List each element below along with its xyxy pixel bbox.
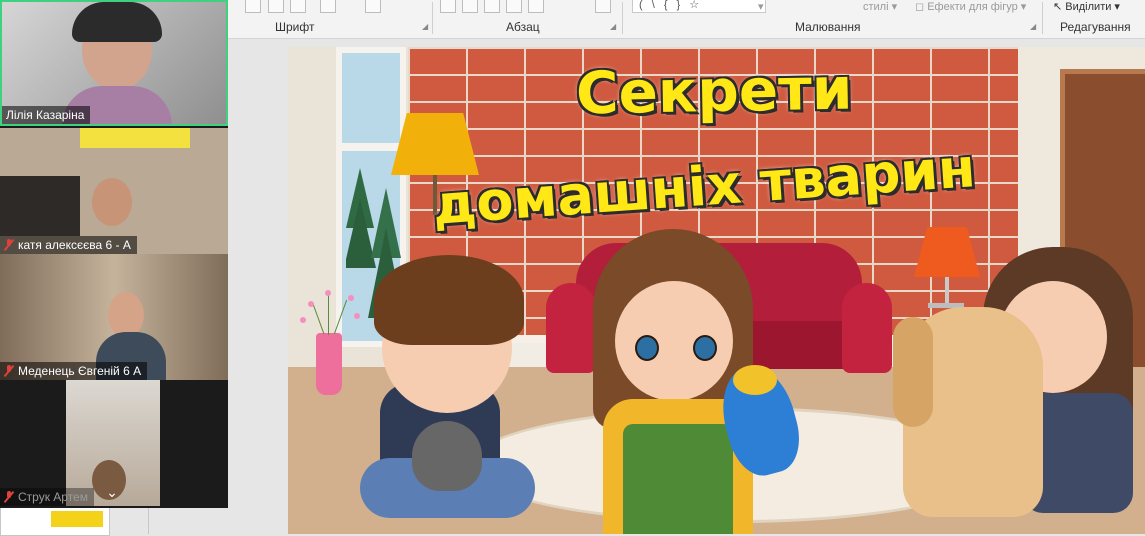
- flower-stem: [328, 293, 329, 335]
- flower: [300, 317, 306, 323]
- kitten: [412, 421, 482, 491]
- parrot-chest: [733, 365, 777, 395]
- participant-name-label: Меденець Євгеній 6 А: [18, 364, 142, 378]
- font-dialog-launcher-icon[interactable]: ◢: [422, 22, 428, 31]
- vase: [316, 333, 342, 395]
- ribbon-group-editing: Редагування: [1060, 20, 1131, 34]
- select-label: Виділити: [1065, 1, 1112, 13]
- ribbon-divider: [1042, 2, 1043, 34]
- bullets-icon[interactable]: [440, 0, 456, 13]
- participants-panel: Лілія Казаріна катя алексєєва 6 - А Меде…: [0, 0, 228, 508]
- participant-name-label: Струк Артем: [18, 490, 88, 504]
- mic-muted-icon: [4, 365, 14, 377]
- mic-muted-icon: [4, 491, 14, 503]
- window-frame: [342, 143, 400, 151]
- shape-effects-label: Ефекти для фігур: [927, 1, 1018, 13]
- participant-video-tile[interactable]: катя алексєєва 6 - А: [0, 128, 228, 254]
- participant-name-label: Лілія Казаріна: [6, 108, 85, 122]
- participant-name: катя алексєєва 6 - А: [0, 236, 137, 254]
- girl-eye: [693, 335, 717, 361]
- puppy-ear: [893, 317, 933, 427]
- boy-hair: [374, 255, 524, 345]
- font-size-icon[interactable]: [268, 0, 284, 13]
- drawing-dialog-launcher-icon[interactable]: ◢: [1030, 22, 1036, 31]
- participant-hair: [72, 2, 162, 42]
- select-button[interactable]: ↖ Виділити ▾: [1053, 0, 1120, 13]
- participant-video-tile[interactable]: Меденець Євгеній 6 А: [0, 254, 228, 380]
- participant-name: Лілія Казаріна: [2, 106, 91, 124]
- gallery-more-icon[interactable]: ▾: [758, 0, 764, 13]
- sofa-arm: [546, 283, 596, 373]
- slide-title-line-1[interactable]: Секрети: [575, 55, 853, 128]
- ribbon-group-paragraph: Абзац: [506, 20, 540, 34]
- background-furniture: [0, 176, 80, 236]
- cursor-arrow-icon: ↖: [1053, 1, 1063, 13]
- participant-name: Меденець Євгеній 6 А: [0, 362, 148, 380]
- format-icon[interactable]: [290, 0, 306, 13]
- flower: [348, 295, 354, 301]
- ribbon-divider: [622, 2, 623, 34]
- font-button-icon[interactable]: [245, 0, 261, 13]
- girl-overalls: [623, 424, 733, 534]
- participant-face: [92, 178, 132, 226]
- girl-with-puppy-illustration: [893, 247, 1145, 534]
- quick-styles-label: стилі: [863, 1, 889, 13]
- align-left-icon[interactable]: [484, 0, 500, 13]
- ribbon-divider: [432, 2, 433, 34]
- slide-thumbnail[interactable]: [0, 506, 110, 536]
- mic-muted-icon: [4, 239, 14, 251]
- paragraph-dialog-launcher-icon[interactable]: ◢: [610, 22, 616, 31]
- girl-with-parrot-illustration: [593, 229, 853, 534]
- numbering-icon[interactable]: [462, 0, 478, 13]
- shape-effects-icon: ◻: [915, 1, 925, 13]
- background-banner: [80, 128, 190, 148]
- flower: [308, 301, 314, 307]
- chevron-down-icon[interactable]: ⌄: [104, 485, 120, 499]
- ribbon-group-font: Шрифт: [275, 20, 315, 34]
- quick-styles-button[interactable]: стилі ▾: [863, 0, 897, 13]
- participant-name-label: катя алексєєва 6 - А: [18, 238, 131, 252]
- participant-video-tile[interactable]: Лілія Казаріна: [0, 0, 228, 126]
- align-center-icon[interactable]: [506, 0, 522, 13]
- thumbnail-preview: [51, 511, 103, 527]
- clear-format-icon[interactable]: [320, 0, 336, 13]
- shape-effects-button[interactable]: ◻ Ефекти для фігур ▾: [915, 0, 1026, 13]
- boy-with-kitten-illustration: [360, 243, 550, 534]
- slide-canvas[interactable]: Секрети домашніх тварин: [288, 47, 1145, 534]
- participant-name: Струк Артем: [0, 488, 94, 506]
- columns-icon[interactable]: [595, 0, 611, 13]
- girl-eye: [635, 335, 659, 361]
- align-right-icon[interactable]: [528, 0, 544, 13]
- shapes-gallery[interactable]: ( \ { } ☆: [632, 0, 766, 13]
- flower: [325, 290, 331, 296]
- text-direction-icon[interactable]: [365, 0, 381, 13]
- ribbon-group-drawing: Малювання: [795, 20, 861, 34]
